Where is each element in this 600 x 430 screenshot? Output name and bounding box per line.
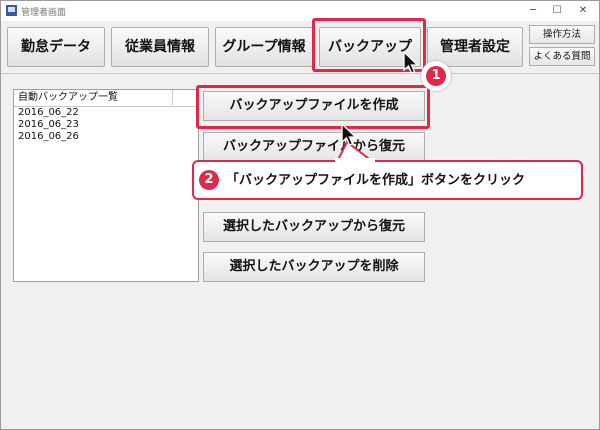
toolbar-divider [1,73,599,74]
list-item[interactable]: 2016_06_26 [14,131,198,143]
delete-selected-button[interactable]: 選択したバックアップを削除 [203,252,425,282]
window-title: 管理者画面 [21,8,67,18]
manual-button[interactable]: 操作方法 [529,25,595,44]
backup-list-header: 自動バックアップ一覧 [14,90,198,107]
restore-from-file-button[interactable]: バックアップファイルから復元 [203,132,425,162]
maximize-button[interactable]: ☐ [545,1,569,21]
restore-selected-button[interactable]: 選択したバックアップから復元 [203,212,425,242]
app-window: 管理者画面 ─ ☐ ✕ 勤怠データ 従業員情報 グループ情報 バックアップ 管理… [0,0,600,430]
minimize-button[interactable]: ─ [521,1,545,21]
list-item[interactable]: 2016_06_23 [14,119,198,131]
faq-button[interactable]: よくある質問 [529,47,595,66]
tab-attendance-data[interactable]: 勤怠データ [7,27,105,67]
step1-badge: 1 [426,66,446,86]
title-bar: 管理者画面 ─ ☐ ✕ [1,1,599,21]
mouse-cursor-icon [403,51,420,74]
tab-employee-info[interactable]: 従業員情報 [111,27,209,67]
step2-instruction: 「バックアップファイルを作成」ボタンをクリック [226,173,526,188]
close-button[interactable]: ✕ [571,1,595,21]
list-item[interactable]: 2016_06_22 [14,107,198,119]
tab-admin-settings[interactable]: 管理者設定 [427,27,523,67]
step2-badge: 2 [199,170,219,190]
app-icon [6,5,17,16]
backup-list[interactable]: 自動バックアップ一覧 2016_06_22 2016_06_23 2016_06… [13,89,199,282]
tab-group-info[interactable]: グループ情報 [215,27,313,67]
create-backup-highlight [196,85,430,129]
mouse-cursor-icon [341,123,358,146]
